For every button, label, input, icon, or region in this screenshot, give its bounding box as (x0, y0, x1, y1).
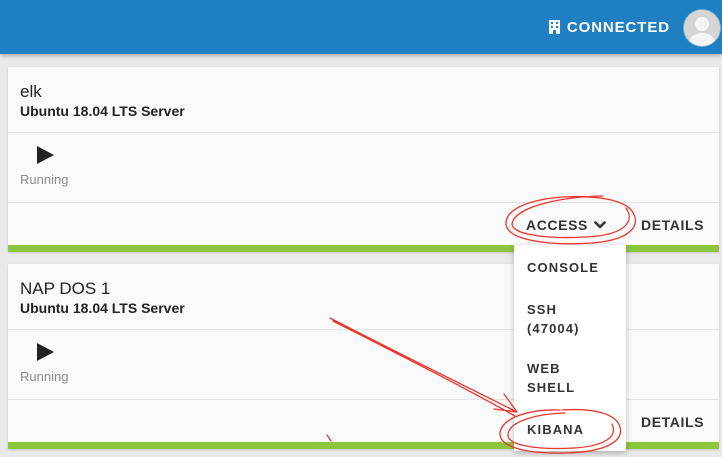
machine-status-text: Running (20, 172, 69, 187)
menu-item-label: SSH (527, 302, 558, 317)
user-avatar[interactable] (684, 10, 720, 46)
play-icon[interactable] (37, 146, 54, 164)
connection-status-label: CONNECTED (566, 18, 670, 36)
menu-item-sublabel: SHELL (527, 380, 576, 395)
menu-item-label: WEB (527, 361, 561, 376)
menu-item-label: CONSOLE (527, 260, 599, 275)
access-dropdown-menu: CONSOLE SSH (47004) WEB SHELL KIBANA (514, 245, 626, 451)
menu-item-ssh[interactable]: SSH (47004) (527, 300, 580, 338)
details-button[interactable]: DETAILS (641, 414, 704, 430)
machine-status-text: Running (20, 369, 69, 384)
machine-card-elk: elk Ubuntu 18.04 LTS Server Running ACCE… (8, 67, 719, 252)
access-button-label: ACCESS (526, 217, 588, 233)
machine-os: Ubuntu 18.04 LTS Server (20, 103, 185, 119)
menu-item-label: KIBANA (527, 422, 585, 437)
building-icon (548, 20, 560, 34)
connection-status[interactable]: CONNECTED (548, 17, 670, 37)
machine-actions: ACCESS DETAILS (8, 203, 719, 243)
chevron-down-icon (594, 221, 606, 229)
details-button-label: DETAILS (641, 217, 705, 233)
machine-status: Running (8, 133, 719, 203)
play-icon[interactable] (37, 343, 54, 361)
user-avatar-icon (684, 10, 720, 46)
menu-item-console[interactable]: CONSOLE (527, 258, 599, 277)
machine-os: Ubuntu 18.04 LTS Server (20, 300, 185, 316)
machine-name: elk (20, 82, 42, 101)
details-button-label: DETAILS (641, 414, 705, 430)
machine-header: elk Ubuntu 18.04 LTS Server (8, 67, 719, 133)
machine-name: NAP DOS 1 (20, 279, 111, 298)
menu-item-kibana[interactable]: KIBANA (527, 420, 584, 439)
top-bar: CONNECTED (0, 0, 722, 54)
access-button[interactable]: ACCESS (526, 217, 606, 233)
menu-item-web-shell[interactable]: WEB SHELL (527, 359, 575, 397)
details-button[interactable]: DETAILS (641, 217, 704, 233)
menu-item-sublabel: (47004) (527, 321, 580, 336)
